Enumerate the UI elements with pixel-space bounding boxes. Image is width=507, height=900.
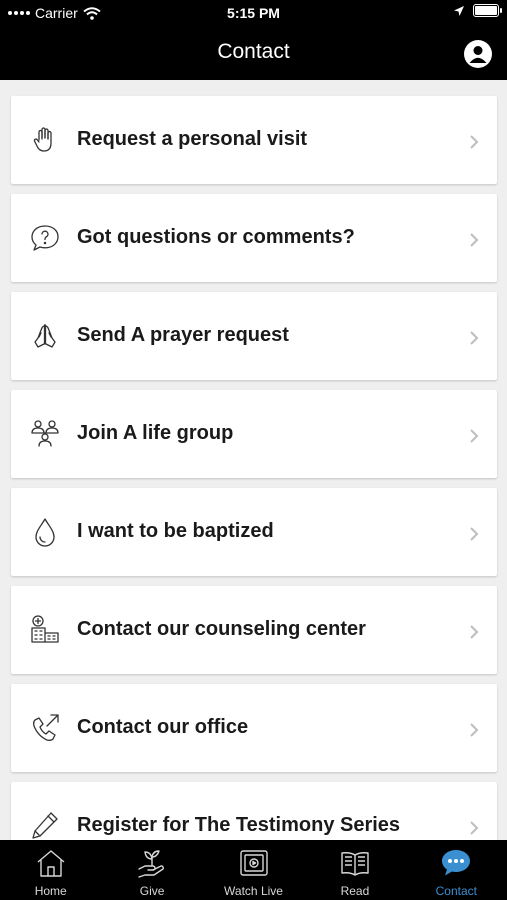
tab-bar: Home Give Watch Live Read Contact (0, 840, 507, 900)
hand-plant-icon (138, 850, 165, 878)
chevron-right-icon (470, 135, 479, 149)
book-icon (341, 852, 369, 876)
row-label: Got questions or comments? (77, 226, 355, 248)
location-arrow-icon (454, 5, 464, 16)
chevron-right-icon (470, 723, 479, 737)
row-office[interactable]: Contact our office (11, 684, 497, 772)
row-counseling[interactable]: Contact our counseling center (11, 586, 497, 674)
chat-bubble-icon (442, 850, 471, 876)
contact-list: Request a personal visit Got questions o… (0, 80, 507, 840)
tab-label: Read (340, 884, 370, 898)
status-time: 5:15 PM (227, 5, 280, 21)
speech-question-icon (31, 225, 59, 251)
hand-icon (33, 127, 52, 152)
chevron-right-icon (470, 821, 479, 835)
pen-icon (32, 812, 58, 839)
status-bar: Carrier 5:15 PM (0, 0, 507, 26)
status-right (453, 4, 502, 17)
row-life-group[interactable]: Join A life group (11, 390, 497, 478)
row-baptized[interactable]: I want to be baptized (11, 488, 497, 576)
house-icon (37, 850, 65, 877)
row-testimony-series[interactable]: Register for The Testimony Series (11, 782, 497, 840)
row-label: Send A prayer request (77, 324, 289, 346)
row-request-visit[interactable]: Request a personal visit (11, 96, 497, 184)
hospital-icon (31, 615, 59, 643)
row-label: Contact our counseling center (77, 618, 366, 640)
chevron-right-icon (470, 625, 479, 639)
page-title: Contact (217, 40, 290, 63)
row-label: Join A life group (77, 422, 234, 444)
row-label: Request a personal visit (77, 128, 308, 150)
battery-icon (473, 4, 502, 17)
chevron-right-icon (470, 429, 479, 443)
row-label: I want to be baptized (77, 520, 274, 542)
tab-watch-live[interactable]: Watch Live (203, 840, 304, 900)
phone-icon (33, 714, 59, 741)
tab-give[interactable]: Give (101, 840, 202, 900)
water-drop-icon (35, 518, 55, 547)
row-label: Register for The Testimony Series (77, 814, 401, 836)
tab-label: Watch Live (224, 884, 283, 898)
tv-icon (239, 850, 268, 876)
nav-bar: Contact (0, 26, 507, 80)
tab-label: Give (139, 884, 165, 898)
chevron-right-icon (470, 331, 479, 345)
row-prayer-request[interactable]: Send A prayer request (11, 292, 497, 380)
praying-hands-icon (34, 324, 56, 348)
tab-label: Contact (435, 884, 477, 898)
group-icon (31, 420, 59, 447)
tab-label: Home (34, 884, 67, 898)
profile-icon[interactable] (464, 40, 492, 68)
tab-contact[interactable]: Contact (406, 840, 507, 900)
chevron-right-icon (470, 233, 479, 247)
row-questions[interactable]: Got questions or comments? (11, 194, 497, 282)
tab-read[interactable]: Read (304, 840, 405, 900)
chevron-right-icon (470, 527, 479, 541)
tab-home[interactable]: Home (0, 840, 101, 900)
row-label: Contact our office (77, 716, 249, 738)
